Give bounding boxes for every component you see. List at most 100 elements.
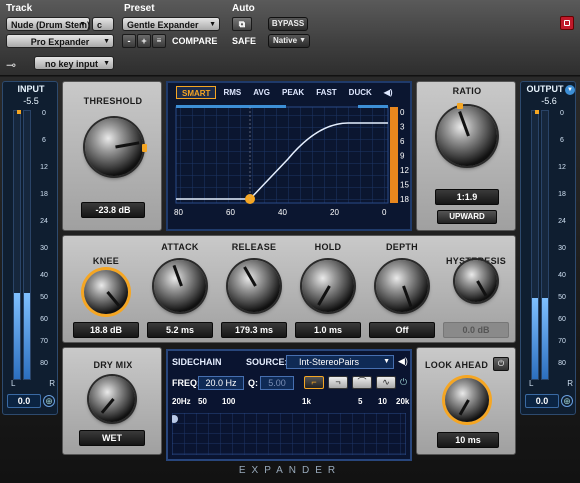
key-input-selector[interactable]: no key input ▼	[34, 56, 114, 70]
plugin-selector[interactable]: Pro Expander ▼	[6, 34, 114, 48]
power-icon[interactable]: ⏻	[400, 377, 407, 388]
look-ahead-knob[interactable]	[445, 378, 489, 422]
frequency-tick: 20k	[396, 397, 410, 406]
meter-scale-label: 70	[558, 338, 566, 345]
gain-reduction-tick: 6	[400, 137, 405, 146]
attack-knob[interactable]	[154, 260, 206, 312]
bandpass-filter-icon[interactable]: ⌒	[352, 376, 372, 389]
meter-channel	[531, 110, 539, 380]
compare-button[interactable]: COMPARE	[172, 36, 217, 46]
attack-value[interactable]: 5.2 ms	[147, 322, 213, 338]
meter-scale-label: 24	[558, 218, 566, 225]
gain-reduction-tick: 9	[400, 152, 405, 161]
source-value: Int-StereoPairs	[299, 357, 360, 367]
output-meter-panel: OUTPUT ▼ -5.6 0 6 12 18 24 30 40 50 60 70 80 L R 0…	[520, 81, 576, 415]
dry-mix-value[interactable]: WET	[79, 430, 145, 446]
upward-button[interactable]: UPWARD	[437, 210, 497, 224]
hold-knob[interactable]	[302, 260, 354, 312]
input-link-icon[interactable]: ⊕	[43, 395, 55, 407]
chevron-down-icon: ▼	[209, 21, 216, 28]
channel-selector[interactable]: c	[92, 17, 114, 31]
meter-scale-label: 80	[558, 360, 566, 367]
ratio-knob[interactable]	[437, 103, 497, 166]
source-selector[interactable]: Int-StereoPairs ▼	[286, 355, 394, 369]
threshold-label: THRESHOLD	[83, 96, 143, 106]
plugin-header: Track Preset Auto Nude (Drum Stem) ▼ c Pr…	[0, 0, 580, 76]
lowcut-filter-icon[interactable]: ⌐	[304, 376, 324, 389]
speaker-icon[interactable]: ◀)	[379, 86, 398, 99]
ratio-panel: RATIO 1:1.9 UPWARD	[416, 81, 516, 231]
channel-value: c	[97, 20, 103, 30]
release-value[interactable]: 179.3 ms	[221, 322, 287, 338]
knob-pointer	[172, 264, 183, 287]
output-meter-bars: 0 6 12 18 24 30 40 50 60 70 80	[527, 110, 571, 380]
frequency-scale: 20Hz 50 100 1k 5 10 20k	[168, 397, 410, 407]
release-knob[interactable]	[228, 260, 280, 312]
hysteresis-value[interactable]: 0.0 dB	[443, 322, 509, 338]
transfer-curve-svg: 0 3 6 9 12 15 18 80 60 40 20 0	[174, 105, 409, 217]
meter-scale-label: 24	[40, 218, 48, 225]
meter-scale-label: 40	[558, 272, 566, 279]
automation-icon: ⧉	[238, 19, 246, 29]
source-label: SOURCE:	[246, 357, 288, 367]
chevron-down-icon[interactable]: ▼	[565, 85, 575, 95]
preset-name: Gentle Expander	[127, 20, 199, 30]
meter-scale-label: 50	[40, 294, 48, 301]
plugin-close-button[interactable]	[560, 16, 574, 30]
mode-rms[interactable]: RMS	[218, 86, 246, 99]
ratio-value[interactable]: 1:1.9	[435, 189, 499, 205]
look-ahead-value[interactable]: 10 ms	[437, 432, 499, 448]
depth-knob[interactable]	[376, 260, 428, 312]
mode-fast[interactable]: FAST	[311, 86, 341, 99]
auto-button[interactable]: ⧉	[232, 17, 252, 31]
preset-label: Preset	[124, 3, 155, 14]
sidechain-title: SIDECHAIN	[172, 357, 222, 367]
ratio-label: RATIO	[452, 86, 482, 96]
track-selector[interactable]: Nude (Drum Stem) ▼	[6, 17, 90, 31]
threshold-knob[interactable]	[85, 118, 147, 176]
meter-peak	[535, 110, 539, 114]
knee-knob[interactable]	[84, 270, 128, 314]
safe-button[interactable]: SAFE	[232, 36, 256, 46]
bandstop-filter-icon[interactable]: ∿	[376, 376, 396, 389]
knee-value[interactable]: 18.8 dB	[73, 322, 139, 338]
speaker-icon[interactable]: ◀)	[398, 356, 408, 367]
output-link-icon[interactable]: ⊕	[561, 395, 573, 407]
mode-peak[interactable]: PEAK	[277, 86, 309, 99]
bypass-button[interactable]: BYPASS	[268, 17, 308, 31]
highcut-filter-icon[interactable]: ¬	[328, 376, 348, 389]
mode-smart[interactable]: SMART	[176, 86, 217, 99]
output-gain-field[interactable]: 0.0	[525, 394, 559, 408]
menu-lines-icon: ≡	[156, 36, 162, 45]
format-selector[interactable]: Native ▼	[268, 34, 310, 48]
gain-reduction-tick: 3	[400, 123, 405, 132]
format-value: Native	[273, 36, 298, 45]
mode-avg[interactable]: AVG	[248, 86, 275, 99]
auto-label: Auto	[232, 3, 255, 14]
dry-mix-knob[interactable]	[89, 376, 135, 422]
threshold-panel: THRESHOLD -23.8 dB	[62, 81, 162, 231]
plugin-footer-title: EXPANDER	[238, 465, 342, 476]
depth-value[interactable]: Off	[369, 322, 435, 338]
preset-plus-button[interactable]: +	[137, 34, 151, 48]
threshold-value[interactable]: -23.8 dB	[81, 202, 145, 218]
meter-scale-label: 30	[40, 245, 48, 252]
power-icon[interactable]: ⏻	[493, 357, 509, 371]
frequency-tick: 20Hz	[172, 397, 191, 406]
output-channel-l: L	[529, 379, 534, 388]
knob-indicator	[142, 144, 147, 152]
meter-scale-label: 6	[560, 137, 564, 144]
freq-field[interactable]: 20.0 Hz	[198, 376, 244, 390]
threshold-axis-tick: 20	[330, 208, 339, 217]
meter-scale-label: 6	[42, 137, 46, 144]
meter-scale-label: 60	[558, 316, 566, 323]
mode-duck[interactable]: DUCK	[344, 86, 377, 99]
preset-menu-button[interactable]: ≡	[152, 34, 166, 48]
meter-peak	[17, 110, 21, 114]
input-gain-field[interactable]: 0.0	[7, 394, 41, 408]
preset-minus-button[interactable]: -	[122, 34, 136, 48]
preset-selector[interactable]: Gentle Expander ▼	[122, 17, 220, 31]
hold-value[interactable]: 1.0 ms	[295, 322, 361, 338]
hysteresis-knob[interactable]	[455, 260, 497, 302]
q-field[interactable]: 5.00	[260, 376, 294, 390]
